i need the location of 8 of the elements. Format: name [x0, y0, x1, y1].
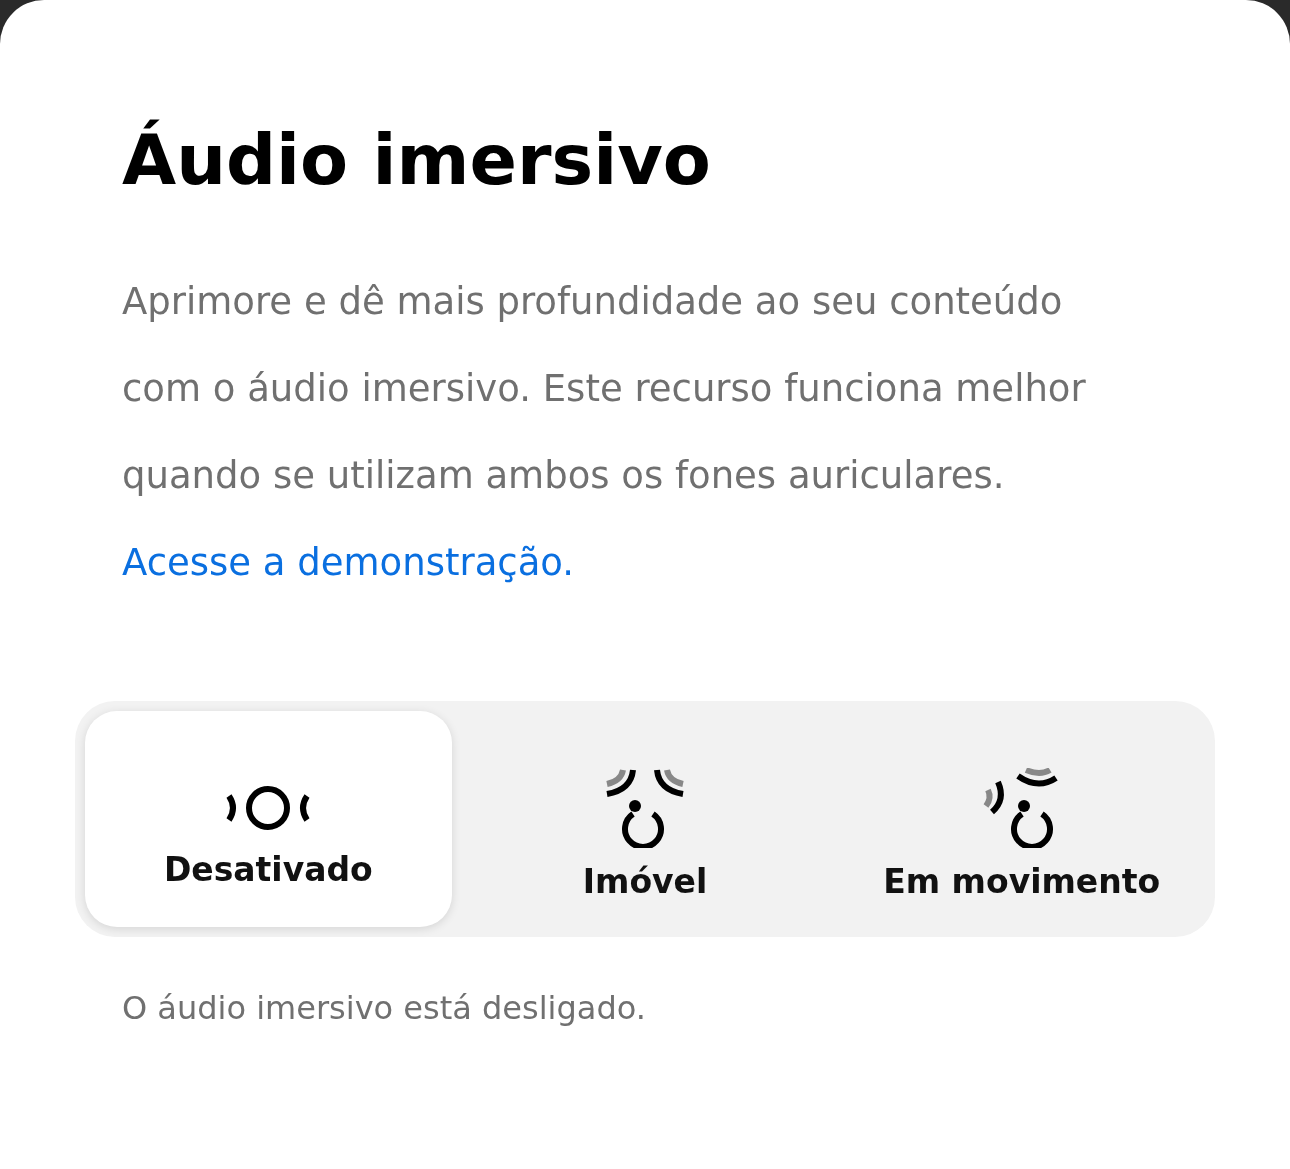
- head-sound-icon: [603, 767, 687, 848]
- demo-link[interactable]: Acesse a demonstração.: [122, 519, 575, 606]
- description-text: Aprimore e dê mais profundidade ao seu conteúdo com o áudio imersivo. Este recurso funciona melhor quando se utilizam ambos os fones auriculares.: [122, 279, 1087, 499]
- mode-option[interactable]: Desativado: [85, 711, 452, 927]
- status-text: O áudio imersivo está desligado.: [122, 989, 647, 1027]
- mode-option[interactable]: Imóvel: [461, 711, 829, 927]
- dialog-title: Áudio imersivo: [122, 118, 712, 203]
- mode-option[interactable]: Em movimento: [838, 711, 1205, 927]
